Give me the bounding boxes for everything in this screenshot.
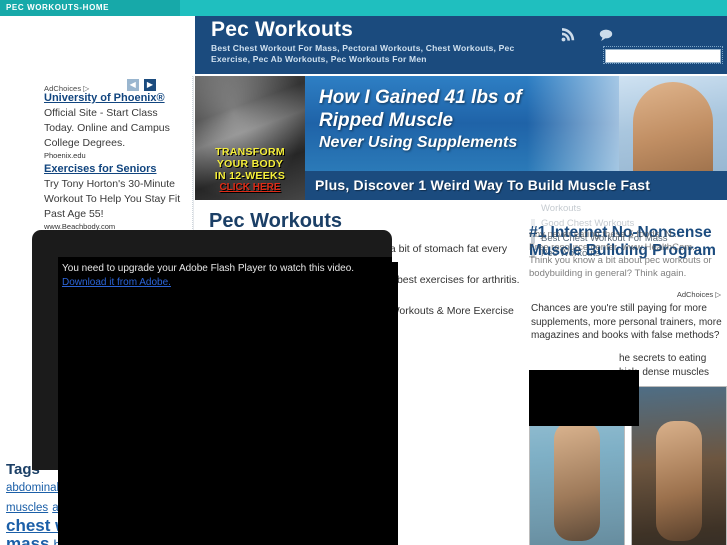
right-adchoices-label[interactable]: AdChoices ▷ (677, 290, 721, 299)
page-title: Pec Workouts (211, 18, 354, 41)
banner-photo-text: TRANSFORM YOUR BODY IN 12-WEEKS CLICK HE… (195, 146, 305, 194)
search-container (603, 46, 723, 64)
search-input[interactable] (605, 49, 721, 63)
promo-body-text: Chances are you're still paying for more… (531, 303, 722, 341)
site-branding: Pec Workouts Best Chest Workout For Mass… (211, 18, 541, 65)
nav-item-home[interactable]: PEC WORKOUTS-HOME (6, 2, 109, 14)
rss-icon[interactable] (559, 26, 577, 44)
ad-pager: ◀ ▶ (125, 79, 156, 93)
banner-headline-1: How I Gained 41 lbs of (319, 87, 522, 108)
banner-strip-text: Plus, Discover 1 Weird Way To Build Musc… (315, 177, 651, 193)
banner-headline-2: Ripped Muscle (319, 110, 454, 131)
after-column: After I discovered the truth I shot up t… (631, 386, 727, 545)
banner-photo-line3: IN 12-WEEKS (214, 170, 286, 182)
adchoices-icon: ▷ (83, 84, 90, 93)
banner-headline-3: Never Using Supplements (319, 134, 518, 151)
video-overlap-block (529, 370, 639, 426)
banner-photo-cta[interactable]: CLICK HERE (195, 182, 305, 194)
banner-photo-line1: TRANSFORM (215, 146, 285, 158)
banner-bottom-strip: Plus, Discover 1 Weird Way To Build Musc… (305, 171, 727, 200)
header-left-spacer (0, 16, 195, 74)
ghost-line: bodybuilding in general? Think again. (529, 268, 687, 279)
comment-icon[interactable] (597, 26, 615, 44)
site-tagline: Best Chest Workout For Mass, Pectoral Wo… (211, 43, 515, 64)
ad-item: University of Phoenix® Official Site - S… (44, 92, 186, 161)
adchoices-icon: ▷ (715, 290, 721, 299)
page-root: PEC WORKOUTS-HOME Pec Workouts Best Ches… (0, 0, 727, 545)
site-header: Pec Workouts Best Chest Workout For Mass… (195, 16, 727, 74)
ad-title-link[interactable]: Exercises for Seniors (44, 163, 186, 176)
adchoices-row: AdChoices ▷ ◀ ▶ (44, 79, 186, 93)
top-banner-ad[interactable]: TRANSFORM YOUR BODY IN 12-WEEKS CLICK HE… (195, 76, 727, 200)
after-photo (631, 386, 727, 545)
ad-url: Phoenix.edu (44, 151, 86, 160)
ad-description: Try Tony Horton's 30-Minute Workout To H… (44, 178, 181, 220)
video-player[interactable]: You need to upgrade your Adobe Flash Pla… (32, 230, 392, 470)
banner-photo: TRANSFORM YOUR BODY IN 12-WEEKS CLICK HE… (195, 76, 305, 200)
ad-description: Official Site - Start Class Today. Onlin… (44, 107, 170, 149)
banner-photo-line2: YOUR BODY (216, 158, 284, 170)
flash-message-text: You need to upgrade your Adobe Flash Pla… (62, 263, 355, 274)
ad-title-link[interactable]: University of Phoenix® (44, 92, 186, 105)
adchoices-label[interactable]: AdChoices ▷ (44, 84, 89, 93)
ad-prev-button[interactable]: ◀ (126, 79, 139, 91)
overlapping-ad-text: r by never eating these 5 foods. N... Fr… (529, 228, 727, 280)
flash-upgrade-message: You need to upgrade your Adobe Flash Pla… (62, 262, 392, 290)
ghost-line: Free resource center. www.HealthCom... (529, 242, 701, 253)
top-navigation-bar: PEC WORKOUTS-HOME (0, 0, 727, 16)
header-icon-group (559, 26, 639, 44)
ghost-line: r by never eating these 5 foods. N... (529, 229, 680, 240)
ad-next-button[interactable]: ▶ (144, 79, 156, 91)
flash-download-link[interactable]: Download it from Adobe. (62, 276, 392, 290)
ghost-line: Think you know a bit about pec workouts … (529, 255, 712, 266)
ad-item: Exercises for Seniors Try Tony Horton's … (44, 163, 186, 232)
